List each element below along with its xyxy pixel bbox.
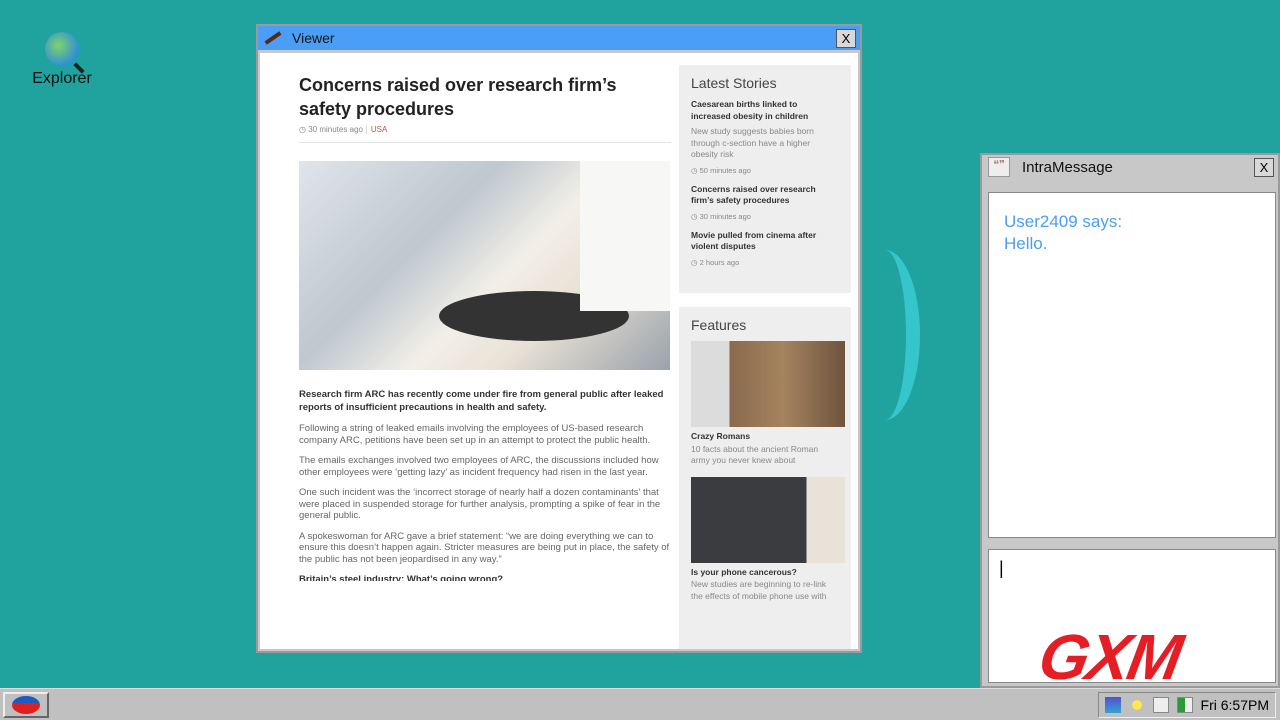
explorer-desktop-icon[interactable]: Explorer	[22, 32, 102, 88]
story-title[interactable]: Caesarean births linked to increased obe…	[691, 99, 839, 122]
article: Concerns raised over research firm’s saf…	[299, 73, 671, 581]
system-tray: Fri 6:57PM	[1098, 692, 1276, 718]
clock[interactable]: Fri 6:57PM	[1201, 697, 1269, 713]
feature-desc: 10 facts about the ancient Roman army yo…	[691, 444, 839, 467]
start-button[interactable]	[3, 692, 49, 718]
article-tag[interactable]: USA	[366, 125, 387, 134]
viewer-window: Viewer X Concerns raised over research f…	[256, 24, 862, 653]
story-item[interactable]: Movie pulled from cinema after violent d…	[691, 230, 839, 267]
article-paragraph: One such incident was the ‘incorrect sto…	[299, 487, 671, 522]
taskbar: Fri 6:57PM	[0, 688, 1280, 720]
intramessage-titlebar[interactable]: ❝❞ IntraMessage	[982, 155, 1278, 179]
article-time: 30 minutes ago	[308, 125, 363, 134]
viewer-titlebar[interactable]: Viewer	[258, 26, 860, 50]
article-paragraph: Following a string of leaked emails invo…	[299, 423, 671, 446]
intramessage-title: IntraMessage	[1022, 159, 1113, 176]
quote-icon: ❝❞	[988, 157, 1010, 177]
story-time: ◷ 2 hours ago	[691, 258, 839, 267]
article-lead: Research firm ARC has recently come unde…	[299, 388, 671, 414]
viewer-content[interactable]: Concerns raised over research firm’s saf…	[260, 53, 858, 649]
gxm-logo: GXM	[1033, 620, 1186, 694]
viewer-title: Viewer	[292, 30, 335, 46]
network-icon[interactable]	[1105, 697, 1121, 713]
document-icon[interactable]	[1153, 697, 1169, 713]
feature-item[interactable]: Is your phone cancerous? New studies are…	[691, 477, 839, 603]
explorer-label: Explorer	[22, 70, 102, 88]
story-time: ◷ 30 minutes ago	[691, 212, 839, 221]
article-meta: ◷ 30 minutes agoUSA	[299, 125, 671, 143]
intramessage-window: ❝❞ IntraMessage X User2409 says: Hello. …	[980, 153, 1280, 688]
article-hero-image	[299, 161, 670, 370]
story-title[interactable]: Concerns raised over research firm’s saf…	[691, 184, 839, 207]
message-history: User2409 says: Hello.	[988, 192, 1276, 538]
story-item[interactable]: Caesarean births linked to increased obe…	[691, 99, 839, 175]
feature-desc: New studies are beginning to re-link the…	[691, 579, 839, 602]
intramessage-close-button[interactable]: X	[1254, 158, 1274, 177]
latest-stories-heading: Latest Stories	[691, 75, 839, 91]
story-time: ◷ 50 minutes ago	[691, 166, 839, 175]
message-sender: User2409 says:	[1004, 211, 1260, 233]
colosseum-image[interactable]	[691, 341, 845, 427]
latest-stories-panel: Latest Stories Caesarean births linked t…	[679, 65, 851, 293]
features-heading: Features	[691, 317, 839, 333]
article-headline: Concerns raised over research firm’s saf…	[299, 73, 671, 121]
lightbulb-icon[interactable]	[1129, 697, 1145, 713]
article-paragraph: The emails exchanges involved two employ…	[299, 455, 671, 478]
phone-user-image[interactable]	[691, 477, 845, 563]
feature-title[interactable]: Is your phone cancerous?	[691, 567, 839, 579]
story-title[interactable]: Movie pulled from cinema after violent d…	[691, 230, 839, 253]
features-panel: Features Crazy Romans 10 facts about the…	[679, 307, 851, 649]
feature-item[interactable]: Crazy Romans 10 facts about the ancient …	[691, 341, 839, 467]
globe-search-icon	[45, 32, 79, 66]
start-logo-icon	[12, 696, 40, 714]
viewer-close-button[interactable]: X	[836, 29, 856, 48]
article-paragraph: A spokeswoman for ARC gave a brief state…	[299, 531, 671, 566]
brush-icon	[264, 31, 281, 45]
document-arrow-icon[interactable]	[1177, 697, 1193, 713]
feature-title[interactable]: Crazy Romans	[691, 431, 839, 443]
message-text: Hello.	[1004, 233, 1260, 255]
clock-icon: ◷	[299, 125, 308, 134]
article-subheading: Britain’s steel industry: What’s going w…	[299, 574, 671, 581]
story-item[interactable]: Concerns raised over research firm’s saf…	[691, 184, 839, 221]
story-desc: New study suggests babies born through c…	[691, 126, 839, 161]
